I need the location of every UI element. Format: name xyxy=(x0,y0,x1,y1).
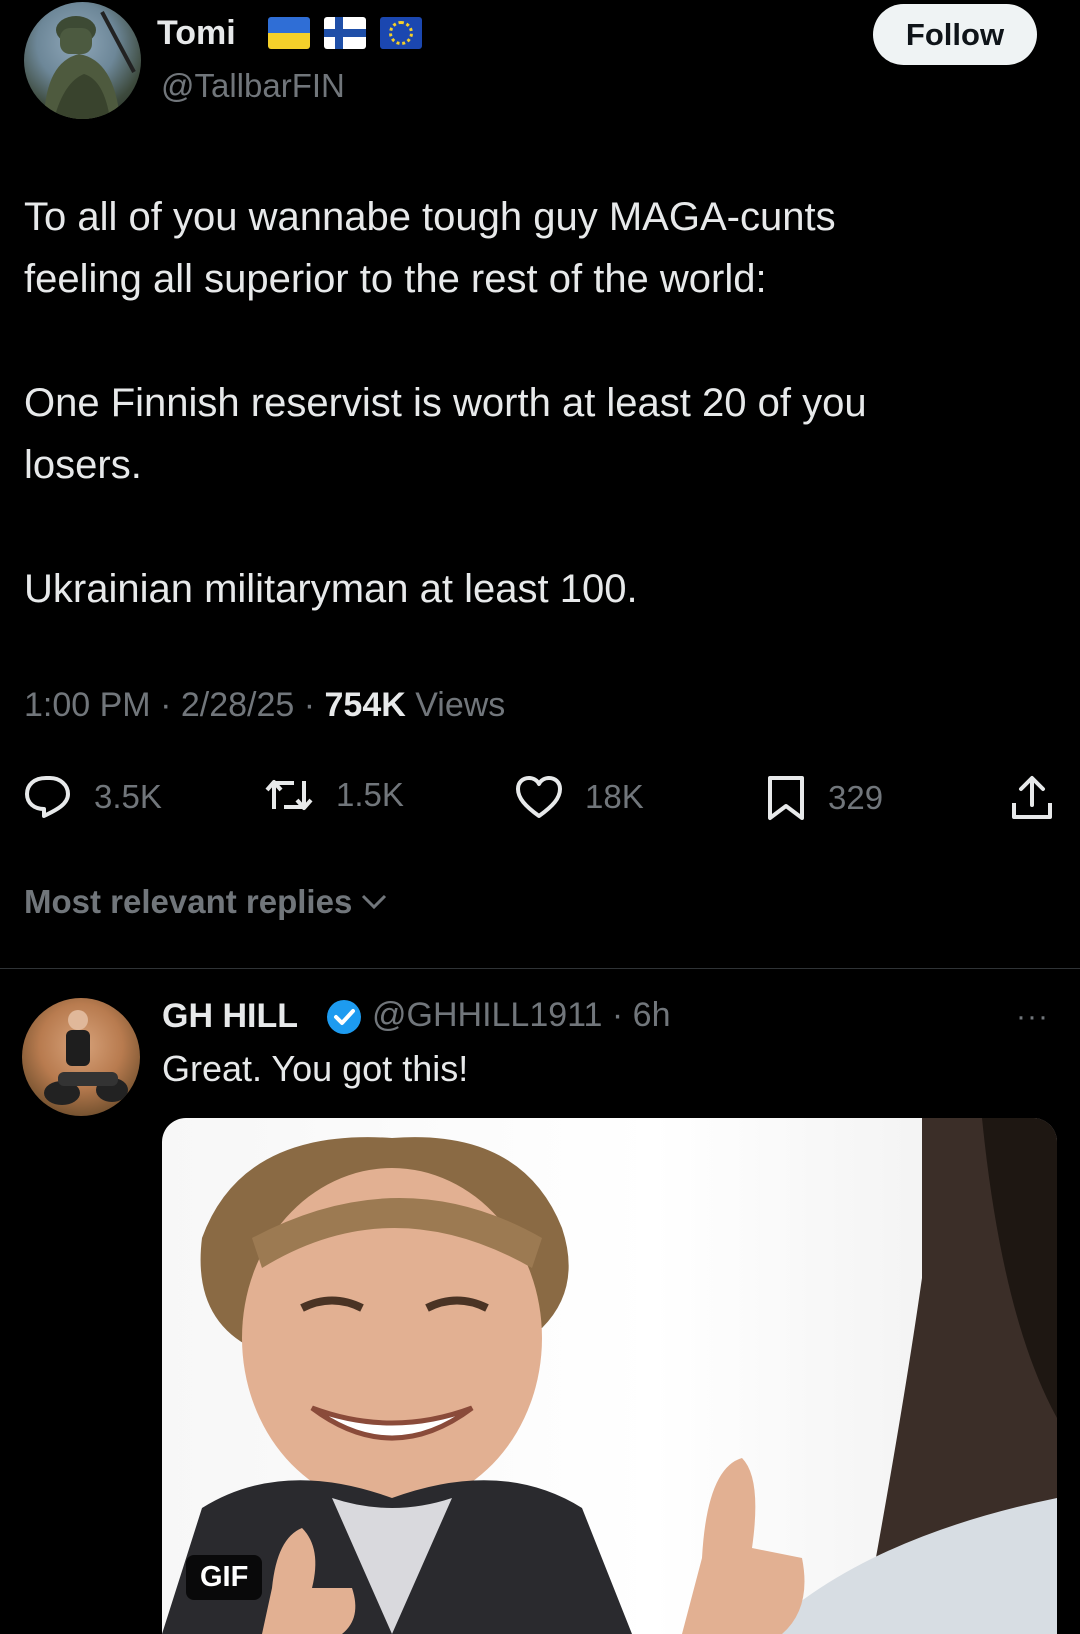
like-action[interactable]: 18K xyxy=(515,775,644,819)
reply-author-display-name[interactable]: GH HILL xyxy=(162,997,298,1036)
author-avatar[interactable] xyxy=(24,2,141,119)
repost-count: 1.5K xyxy=(336,776,404,813)
gif-still-image xyxy=(162,1118,1057,1634)
replies-sort-label: Most relevant replies xyxy=(24,883,353,920)
tweet-text-line: losers. xyxy=(24,443,142,487)
chevron-down-icon xyxy=(362,894,387,910)
reply-icon xyxy=(25,776,70,818)
heart-icon xyxy=(516,776,562,818)
tweet-meta: 1:00 PM · 2/28/25 · 754K Views xyxy=(24,686,505,725)
finland-flag-icon xyxy=(324,17,366,49)
reply-author-handle-time[interactable]: @GHHILL1911 · 6h xyxy=(372,996,670,1035)
eu-flag-icon xyxy=(380,17,422,49)
motorcycle-rider-image xyxy=(44,1010,128,1105)
tweet-text-line: To all of you wannabe tough guy MAGA-cun… xyxy=(24,195,836,239)
reply-gif-media[interactable]: GIF xyxy=(162,1118,1057,1634)
author-flags xyxy=(268,17,422,49)
reply-count: 3.5K xyxy=(94,778,162,815)
more-options-icon[interactable]: ··· xyxy=(1016,1000,1049,1034)
views-count: 754K xyxy=(324,686,406,724)
follow-button[interactable]: Follow xyxy=(873,4,1037,65)
bookmark-count: 329 xyxy=(828,779,884,816)
reply-text: Great. You got this! xyxy=(162,1048,469,1089)
share-action[interactable] xyxy=(1010,775,1054,821)
gif-badge: GIF xyxy=(186,1555,263,1600)
like-count: 18K xyxy=(585,778,644,815)
bookmark-icon xyxy=(768,776,804,820)
tweet-text-line: One Finnish reservist is worth at least … xyxy=(24,381,867,425)
reply-author-avatar[interactable] xyxy=(22,998,140,1116)
tweet-text-line: feeling all superior to the rest of the … xyxy=(24,257,767,301)
soldier-silhouette xyxy=(44,11,136,119)
share-icon xyxy=(1012,776,1052,819)
repost-action[interactable]: 1.5K xyxy=(264,775,404,815)
author-display-name[interactable]: Tomi xyxy=(157,14,236,53)
tweet-text-line: Ukrainian militaryman at least 100. xyxy=(24,567,638,611)
repost-icon xyxy=(265,780,313,810)
section-divider xyxy=(0,968,1080,969)
ukraine-flag-icon xyxy=(268,17,310,49)
author-handle[interactable]: @TallbarFIN xyxy=(161,67,345,105)
views-label: Views xyxy=(405,686,506,724)
tweet-timestamp[interactable]: 1:00 PM · 2/28/25 · xyxy=(24,686,325,724)
verified-badge-icon xyxy=(327,1000,361,1034)
reply-action[interactable]: 3.5K xyxy=(24,775,162,819)
bookmark-action[interactable]: 329 xyxy=(766,775,883,821)
replies-sort-dropdown[interactable]: Most relevant replies xyxy=(24,883,388,921)
